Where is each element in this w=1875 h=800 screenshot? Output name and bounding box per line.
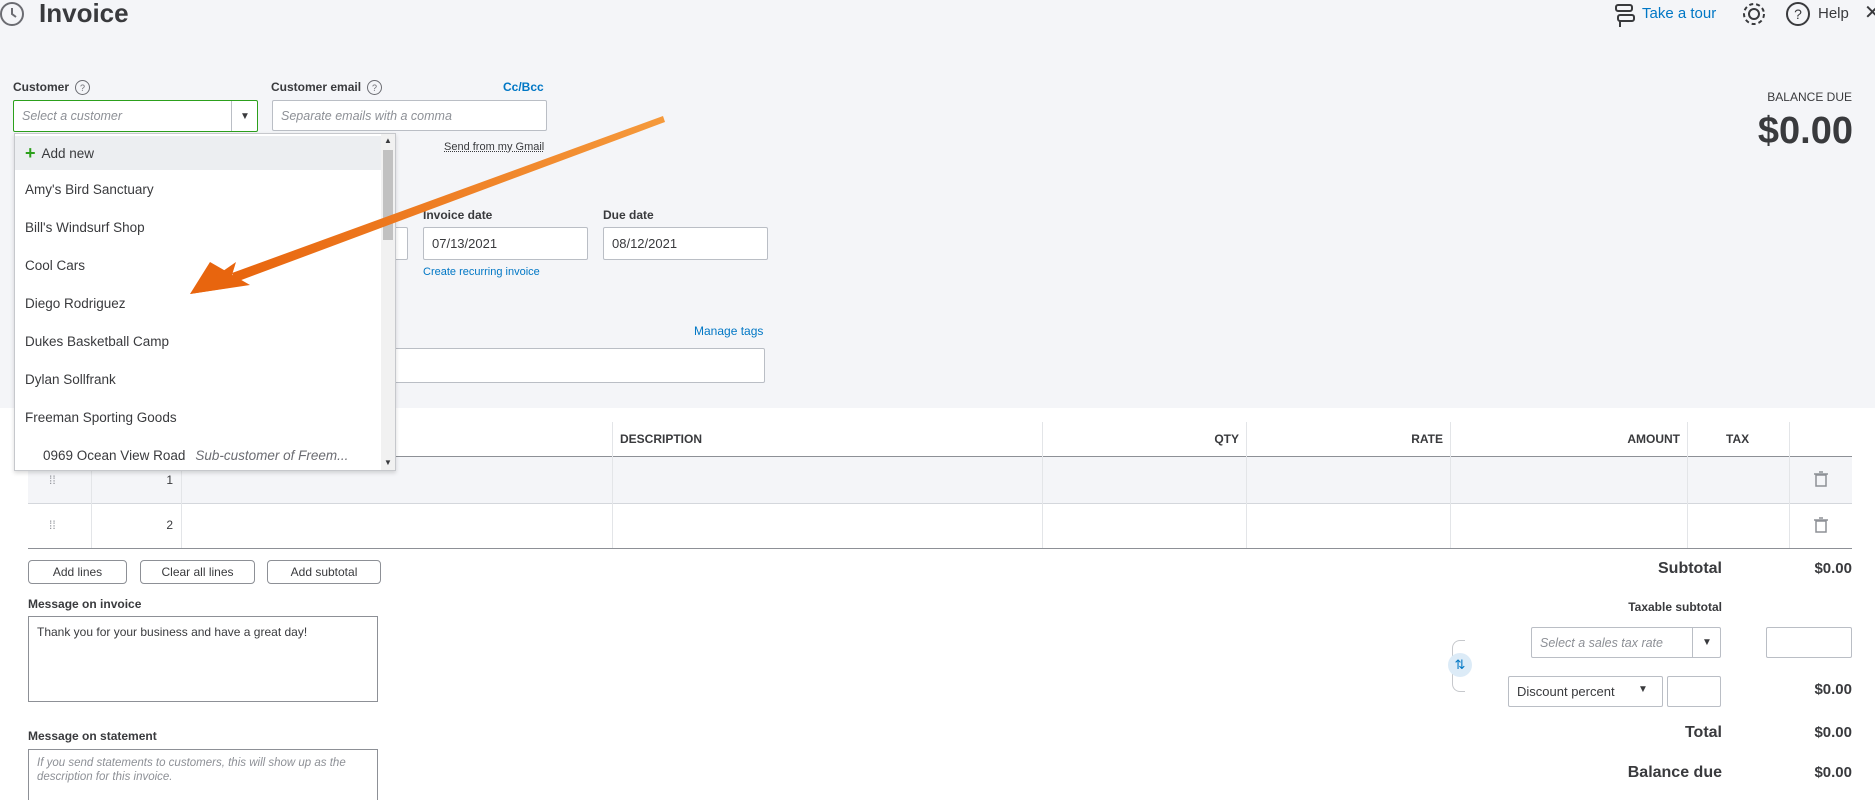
discount-value-input[interactable]	[1667, 676, 1721, 707]
tags-input[interactable]	[380, 348, 765, 383]
chevron-down-icon[interactable]: ▼	[231, 101, 258, 131]
dropdown-item[interactable]: Cool Cars	[15, 246, 381, 284]
due-date-input[interactable]: 08/12/2021	[603, 227, 768, 260]
sub-item-note: Sub-customer of Freem...	[195, 448, 348, 463]
dropdown-scrollbar[interactable]: ▲ ▼	[381, 134, 395, 470]
chevron-down-icon[interactable]: ▼	[1638, 684, 1648, 695]
close-icon[interactable]: ✕	[1864, 0, 1875, 25]
drag-handle-icon[interactable]: ⁞⁞	[49, 473, 56, 487]
discount-type-value: Discount percent	[1517, 684, 1615, 699]
dropdown-item[interactable]: Bill's Windsurf Shop	[15, 208, 381, 246]
dropdown-item[interactable]: Amy's Bird Sanctuary	[15, 170, 381, 208]
chevron-down-icon[interactable]: ▼	[1692, 628, 1721, 657]
table-row[interactable]	[28, 504, 1852, 548]
tax-amount-input[interactable]	[1766, 627, 1852, 658]
email-placeholder: Separate emails with a comma	[281, 109, 452, 123]
add-new-item[interactable]: + Add new	[15, 136, 381, 170]
cc-bcc-link[interactable]: Cc/Bcc	[503, 80, 544, 94]
balance-due-label: BALANCE DUE	[1700, 90, 1852, 104]
subtotal-value: $0.00	[1740, 560, 1852, 577]
page-title: Invoice	[39, 0, 129, 29]
message-statement-label: Message on statement	[28, 729, 157, 743]
row-number: 2	[91, 518, 173, 532]
customer-help-icon[interactable]: ?	[75, 80, 90, 95]
add-subtotal-button[interactable]: Add subtotal	[267, 560, 381, 584]
customer-label: Customer?	[13, 80, 90, 95]
col-divider	[1789, 422, 1790, 548]
message-invoice-value: Thank you for your business and have a g…	[37, 625, 307, 639]
dropdown-sub-item[interactable]: 0969 Ocean View Road Sub-customer of Fre…	[15, 436, 381, 474]
dropdown-item[interactable]: Diego Rodriguez	[15, 284, 381, 322]
email-help-icon[interactable]: ?	[367, 80, 382, 95]
send-gmail-link[interactable]: Send from my Gmail	[444, 141, 544, 153]
help-icon[interactable]: ?	[1785, 1, 1811, 27]
customer-placeholder: Select a customer	[22, 109, 122, 123]
gear-icon[interactable]	[1741, 1, 1767, 27]
email-input[interactable]: Separate emails with a comma	[272, 100, 547, 131]
history-icon[interactable]	[0, 0, 28, 28]
dropdown-item[interactable]: Freeman Sporting Goods	[15, 398, 381, 436]
customer-dropdown[interactable]: + Add new Amy's Bird Sanctuary Bill's Wi…	[14, 133, 396, 471]
col-qty: QTY	[1042, 432, 1239, 446]
taxable-subtotal-label: Taxable subtotal	[1560, 600, 1722, 614]
message-statement-placeholder: If you send statements to customers, thi…	[37, 757, 346, 783]
message-invoice-textarea[interactable]: Thank you for your business and have a g…	[28, 616, 378, 702]
create-recurring-link[interactable]: Create recurring invoice	[423, 266, 540, 278]
scroll-thumb[interactable]	[383, 150, 393, 240]
swap-order-icon[interactable]: ⇅	[1448, 653, 1472, 677]
col-divider	[612, 422, 613, 548]
message-invoice-label: Message on invoice	[28, 597, 141, 611]
help-link[interactable]: Help	[1818, 5, 1849, 22]
balance-due-footer-value: $0.00	[1740, 764, 1852, 781]
col-description: DESCRIPTION	[620, 432, 702, 446]
sub-item-name: 0969 Ocean View Road	[43, 448, 185, 463]
col-rate: RATE	[1246, 432, 1443, 446]
plus-icon: +	[25, 143, 36, 164]
total-value: $0.00	[1740, 724, 1852, 741]
table-bottom-divider	[28, 548, 1852, 549]
drag-handle-icon[interactable]: ⁞⁞	[49, 518, 56, 532]
balance-due-amount: $0.00	[1650, 110, 1853, 153]
sales-tax-placeholder: Select a sales tax rate	[1540, 636, 1663, 650]
dropdown-item[interactable]: Dylan Sollfrank	[15, 360, 381, 398]
due-date-label: Due date	[603, 208, 654, 222]
svg-text:?: ?	[1794, 6, 1802, 22]
col-divider	[1687, 422, 1688, 548]
invoice-date-label: Invoice date	[423, 208, 492, 222]
scroll-down-icon[interactable]: ▼	[381, 456, 395, 470]
col-amount: AMOUNT	[1450, 432, 1680, 446]
dropdown-item[interactable]: Dukes Basketball Camp	[15, 322, 381, 360]
manage-tags-link[interactable]: Manage tags	[694, 324, 763, 338]
balance-due-footer-label: Balance due	[1560, 764, 1722, 782]
clear-all-lines-button[interactable]: Clear all lines	[140, 560, 255, 584]
due-date-value: 08/12/2021	[612, 236, 677, 251]
take-tour-link[interactable]: Take a tour	[1642, 5, 1716, 22]
discount-amount: $0.00	[1740, 681, 1852, 698]
tour-icon[interactable]	[1612, 2, 1638, 28]
invoice-date-input[interactable]: 07/13/2021	[423, 227, 588, 260]
scroll-up-icon[interactable]: ▲	[381, 134, 395, 148]
add-new-label: Add new	[42, 146, 95, 161]
message-statement-textarea[interactable]: If you send statements to customers, thi…	[28, 749, 378, 800]
add-lines-button[interactable]: Add lines	[28, 560, 127, 584]
col-tax: TAX	[1726, 432, 1749, 446]
subtotal-label: Subtotal	[1560, 560, 1722, 578]
trash-icon[interactable]	[1814, 471, 1828, 487]
total-label: Total	[1560, 724, 1722, 742]
row-number: 1	[91, 473, 173, 487]
customer-select[interactable]: Select a customer	[13, 100, 258, 132]
trash-icon[interactable]	[1814, 517, 1828, 533]
invoice-date-value: 07/13/2021	[432, 236, 497, 251]
email-label: Customer email?	[271, 80, 382, 95]
